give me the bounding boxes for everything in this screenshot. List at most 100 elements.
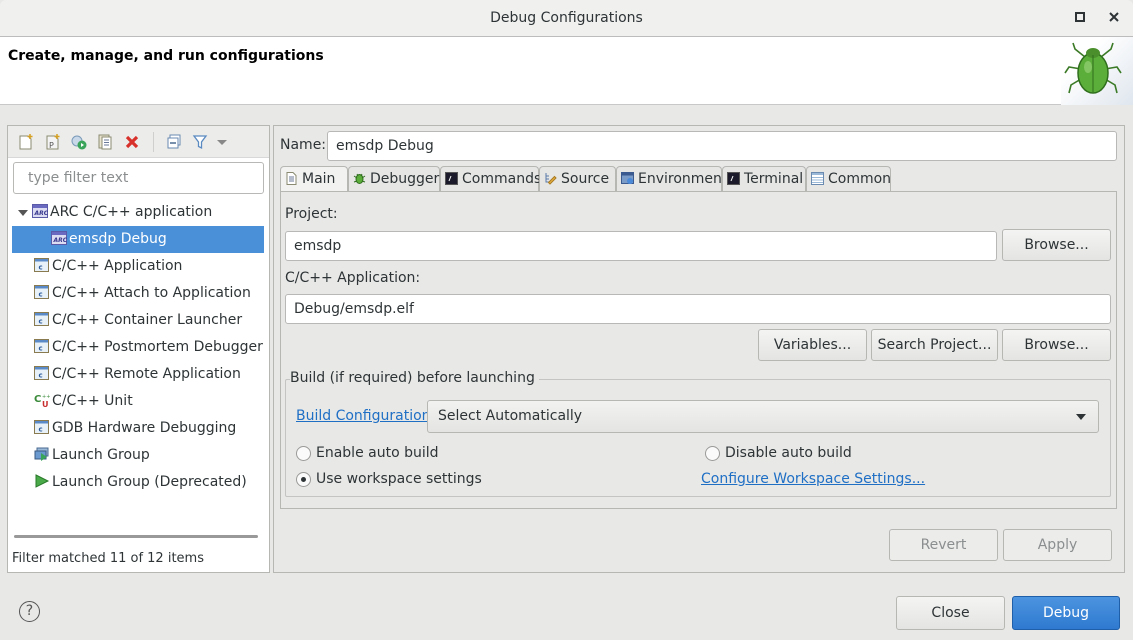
build-configuration-link[interactable]: Build Configuration: bbox=[296, 408, 435, 424]
tree-item-cpp-container-launcher[interactable]: c C/C++ Container Launcher bbox=[8, 307, 269, 334]
svg-text:C: C bbox=[34, 394, 41, 405]
application-input[interactable]: Debug/emsdp.elf bbox=[285, 294, 1111, 324]
export-button[interactable] bbox=[70, 133, 88, 151]
collapse-all-icon bbox=[167, 134, 181, 149]
tree-item-cpp-remote[interactable]: c C/C++ Remote Application bbox=[8, 361, 269, 388]
help-button[interactable]: ? bbox=[19, 601, 40, 622]
tab-terminal[interactable]: Terminal bbox=[722, 166, 806, 192]
close-window-button[interactable] bbox=[1109, 0, 1119, 37]
enable-auto-build-label: Enable auto build bbox=[316, 445, 439, 461]
c-app-icon: c bbox=[34, 258, 49, 272]
disable-auto-build-radio[interactable] bbox=[705, 446, 720, 461]
debug-bug-icon bbox=[1061, 37, 1133, 105]
delete-button[interactable] bbox=[124, 133, 142, 151]
build-group-title: Build (if required) before launching bbox=[290, 370, 539, 386]
svg-text:c: c bbox=[39, 426, 43, 434]
arc-icon: ARC bbox=[51, 231, 67, 245]
tab-source[interactable]: Source bbox=[539, 166, 616, 192]
arc-icon: ARC bbox=[32, 204, 48, 218]
filter-status: Filter matched 11 of 12 items bbox=[12, 551, 204, 566]
tab-commands[interactable]: Commands bbox=[440, 166, 541, 192]
browse-application-button[interactable]: Browse... bbox=[1002, 329, 1111, 361]
tab-common[interactable]: Common bbox=[806, 166, 891, 192]
table-icon bbox=[811, 171, 824, 185]
window-title: Debug Configurations bbox=[490, 10, 643, 26]
tree-item-cpp-unit[interactable]: C U ++ C/C++ Unit bbox=[8, 388, 269, 415]
new-config-button[interactable] bbox=[18, 133, 36, 151]
svg-text:c: c bbox=[39, 372, 43, 380]
maximize-button[interactable] bbox=[1075, 0, 1085, 37]
collapse-all-button[interactable] bbox=[166, 133, 184, 151]
project-input[interactable]: emsdp bbox=[285, 231, 997, 261]
application-label: C/C++ Application: bbox=[285, 270, 421, 286]
chevron-down-icon bbox=[1076, 414, 1086, 420]
configure-workspace-settings-link[interactable]: Configure Workspace Settings... bbox=[701, 471, 925, 487]
tree-item-label: emsdp Debug bbox=[69, 231, 167, 247]
c-unit-icon: C U++ bbox=[34, 394, 50, 407]
close-button[interactable]: Close bbox=[896, 596, 1005, 630]
maximize-icon bbox=[1075, 12, 1085, 22]
tab-environment[interactable]: Environment bbox=[616, 166, 727, 192]
name-input[interactable]: emsdp Debug bbox=[327, 131, 1117, 161]
help-icon: ? bbox=[25, 603, 34, 619]
svg-text:c: c bbox=[39, 264, 43, 272]
svg-text:P: P bbox=[49, 141, 54, 150]
new-prototype-button[interactable]: P bbox=[45, 133, 63, 151]
tab-main[interactable]: Main bbox=[280, 166, 348, 193]
dialog-heading: Create, manage, and run configurations bbox=[8, 48, 324, 64]
svg-text:ARC: ARC bbox=[34, 210, 49, 217]
horizontal-scrollbar[interactable] bbox=[14, 535, 258, 538]
c-app-icon: c bbox=[34, 366, 49, 380]
svg-text:ARC: ARC bbox=[53, 237, 68, 244]
tab-debugger[interactable]: Debugger bbox=[348, 166, 440, 192]
tree-item-launch-group-deprecated[interactable]: Launch Group (Deprecated) bbox=[8, 469, 269, 496]
svg-text:c: c bbox=[39, 345, 43, 353]
use-workspace-settings-label: Use workspace settings bbox=[316, 471, 482, 487]
tree-item-label: C/C++ Container Launcher bbox=[52, 312, 243, 328]
enable-auto-build-radio[interactable] bbox=[296, 446, 311, 461]
bug-icon bbox=[353, 173, 366, 184]
document-icon bbox=[286, 171, 297, 185]
build-options-group: Build (if required) before launching Bui… bbox=[285, 370, 1111, 497]
tree-item-cpp-postmortem[interactable]: c C/C++ Postmortem Debugger bbox=[8, 334, 269, 361]
debug-button[interactable]: Debug bbox=[1012, 596, 1120, 630]
launch-group-icon bbox=[34, 447, 49, 461]
view-menu-button[interactable] bbox=[216, 133, 234, 151]
duplicate-button[interactable] bbox=[97, 133, 115, 151]
expand-toggle-icon[interactable] bbox=[18, 210, 28, 216]
build-configuration-select[interactable]: Select Automatically bbox=[427, 400, 1099, 433]
project-label: Project: bbox=[285, 206, 338, 222]
dialog-header: Create, manage, and run configurations bbox=[0, 37, 1133, 105]
use-workspace-settings-radio[interactable] bbox=[296, 472, 311, 487]
revert-button[interactable]: Revert bbox=[889, 529, 998, 561]
apply-button[interactable]: Apply bbox=[1003, 529, 1112, 561]
tree-item-label: Launch Group bbox=[52, 447, 150, 463]
chevron-down-icon bbox=[217, 140, 227, 145]
search-project-button[interactable]: Search Project... bbox=[871, 329, 998, 361]
tree-item-label: C/C++ Attach to Application bbox=[52, 285, 251, 301]
filter-input[interactable] bbox=[13, 162, 264, 194]
c-app-icon: c bbox=[34, 420, 49, 434]
duplicate-icon bbox=[98, 134, 112, 150]
browse-project-button[interactable]: Browse... bbox=[1002, 229, 1111, 261]
disable-auto-build-label: Disable auto build bbox=[725, 445, 852, 461]
tree-item-launch-group[interactable]: Launch Group bbox=[8, 442, 269, 469]
environment-icon bbox=[621, 171, 634, 184]
filter-button[interactable] bbox=[192, 133, 210, 151]
tree-item-cpp-attach[interactable]: c C/C++ Attach to Application bbox=[8, 280, 269, 307]
play-icon bbox=[35, 474, 50, 488]
tree-item-cpp-application[interactable]: c C/C++ Application bbox=[8, 253, 269, 280]
tree-item-label: C/C++ Unit bbox=[52, 393, 133, 409]
tree-item-emsdp-debug[interactable]: ARC emsdp Debug bbox=[12, 226, 264, 253]
tree-item-label: Launch Group (Deprecated) bbox=[52, 474, 247, 490]
toolbar-separator bbox=[153, 132, 154, 152]
variables-button[interactable]: Variables... bbox=[758, 329, 867, 361]
export-icon bbox=[71, 135, 87, 150]
configuration-list-pane: P ARCARC C/C++ application ARCemsdp Debu… bbox=[7, 125, 270, 573]
new-config-icon bbox=[19, 134, 33, 150]
tree-item-label: C/C++ Postmortem Debugger bbox=[52, 339, 263, 355]
tree-item-arc-application[interactable]: ARC ARC C/C++ application bbox=[8, 199, 269, 226]
tree-item-gdb-hardware[interactable]: c GDB Hardware Debugging bbox=[8, 415, 269, 442]
svg-text:c: c bbox=[39, 291, 43, 299]
source-icon bbox=[545, 172, 557, 185]
